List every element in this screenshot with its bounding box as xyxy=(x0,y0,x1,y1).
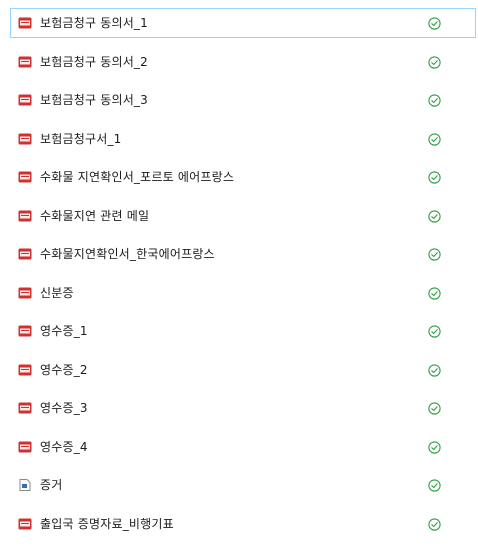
file-name: 영수증_3 xyxy=(40,401,88,415)
file-name: 출입국 증명자료_비행기표 xyxy=(40,517,174,531)
file-name: 영수증_4 xyxy=(40,440,88,454)
check-circle-icon xyxy=(428,210,441,223)
check-circle-icon xyxy=(428,94,441,107)
check-circle-icon xyxy=(428,518,441,531)
pdf-file-icon xyxy=(18,56,32,68)
pdf-file-icon xyxy=(18,171,32,183)
check-circle-icon xyxy=(428,287,441,300)
file-row[interactable]: 출입국 증명자료_비행기표 xyxy=(10,509,476,539)
file-name: 영수증_1 xyxy=(40,324,88,338)
pdf-file-icon xyxy=(18,402,32,414)
file-row[interactable]: 수화물지연확인서_한국에어프랑스 xyxy=(10,239,476,269)
pdf-file-icon xyxy=(18,287,32,299)
check-circle-icon xyxy=(428,17,441,30)
file-row[interactable]: 영수증_2 xyxy=(10,355,476,385)
pdf-file-icon xyxy=(18,17,32,29)
pdf-file-icon xyxy=(18,518,32,530)
file-row[interactable]: 보험금청구서_1 xyxy=(10,124,476,154)
file-name: 영수증_2 xyxy=(40,363,88,377)
file-row[interactable]: 증거 xyxy=(10,470,476,500)
file-row[interactable]: 영수증_1 xyxy=(10,316,476,346)
pdf-file-icon xyxy=(18,210,32,222)
check-circle-icon xyxy=(428,441,441,454)
file-list: 보험금청구 동의서_1 보험금청구 동의서_2 보험금청구 동의서_3 보험금청구서_… xyxy=(0,0,478,555)
pdf-file-icon xyxy=(18,441,32,453)
file-row[interactable]: 수화물 지연확인서_포르토 에어프랑스 xyxy=(10,162,476,192)
file-row[interactable]: 수화물지연 관련 메일 xyxy=(10,201,476,231)
file-row[interactable]: 영수증_4 xyxy=(10,432,476,462)
check-circle-icon xyxy=(428,325,441,338)
file-name: 수화물 지연확인서_포르토 에어프랑스 xyxy=(40,170,235,184)
check-circle-icon xyxy=(428,364,441,377)
file-row[interactable]: 보험금청구 동의서_2 xyxy=(10,47,476,77)
file-name: 보험금청구 동의서_2 xyxy=(40,55,148,69)
file-name: 보험금청구 동의서_1 xyxy=(40,16,148,30)
file-name: 수화물지연확인서_한국에어프랑스 xyxy=(40,247,215,261)
check-circle-icon xyxy=(428,56,441,69)
file-name: 수화물지연 관련 메일 xyxy=(40,209,150,223)
pdf-file-icon xyxy=(18,248,32,260)
document-file-icon xyxy=(19,479,31,491)
pdf-file-icon xyxy=(18,364,32,376)
pdf-file-icon xyxy=(18,325,32,337)
file-row[interactable]: 신분증 xyxy=(10,278,476,308)
check-circle-icon xyxy=(428,479,441,492)
file-name: 증거 xyxy=(40,478,63,492)
pdf-file-icon xyxy=(18,133,32,145)
check-circle-icon xyxy=(428,171,441,184)
pdf-file-icon xyxy=(18,94,32,106)
file-row[interactable]: 영수증_3 xyxy=(10,393,476,423)
file-row[interactable]: 보험금청구 동의서_1 xyxy=(10,8,476,38)
check-circle-icon xyxy=(428,133,441,146)
check-circle-icon xyxy=(428,402,441,415)
file-name: 보험금청구서_1 xyxy=(40,132,122,146)
file-row[interactable]: 보험금청구 동의서_3 xyxy=(10,85,476,115)
file-name: 보험금청구 동의서_3 xyxy=(40,93,148,107)
file-name: 신분증 xyxy=(40,286,74,300)
check-circle-icon xyxy=(428,248,441,261)
